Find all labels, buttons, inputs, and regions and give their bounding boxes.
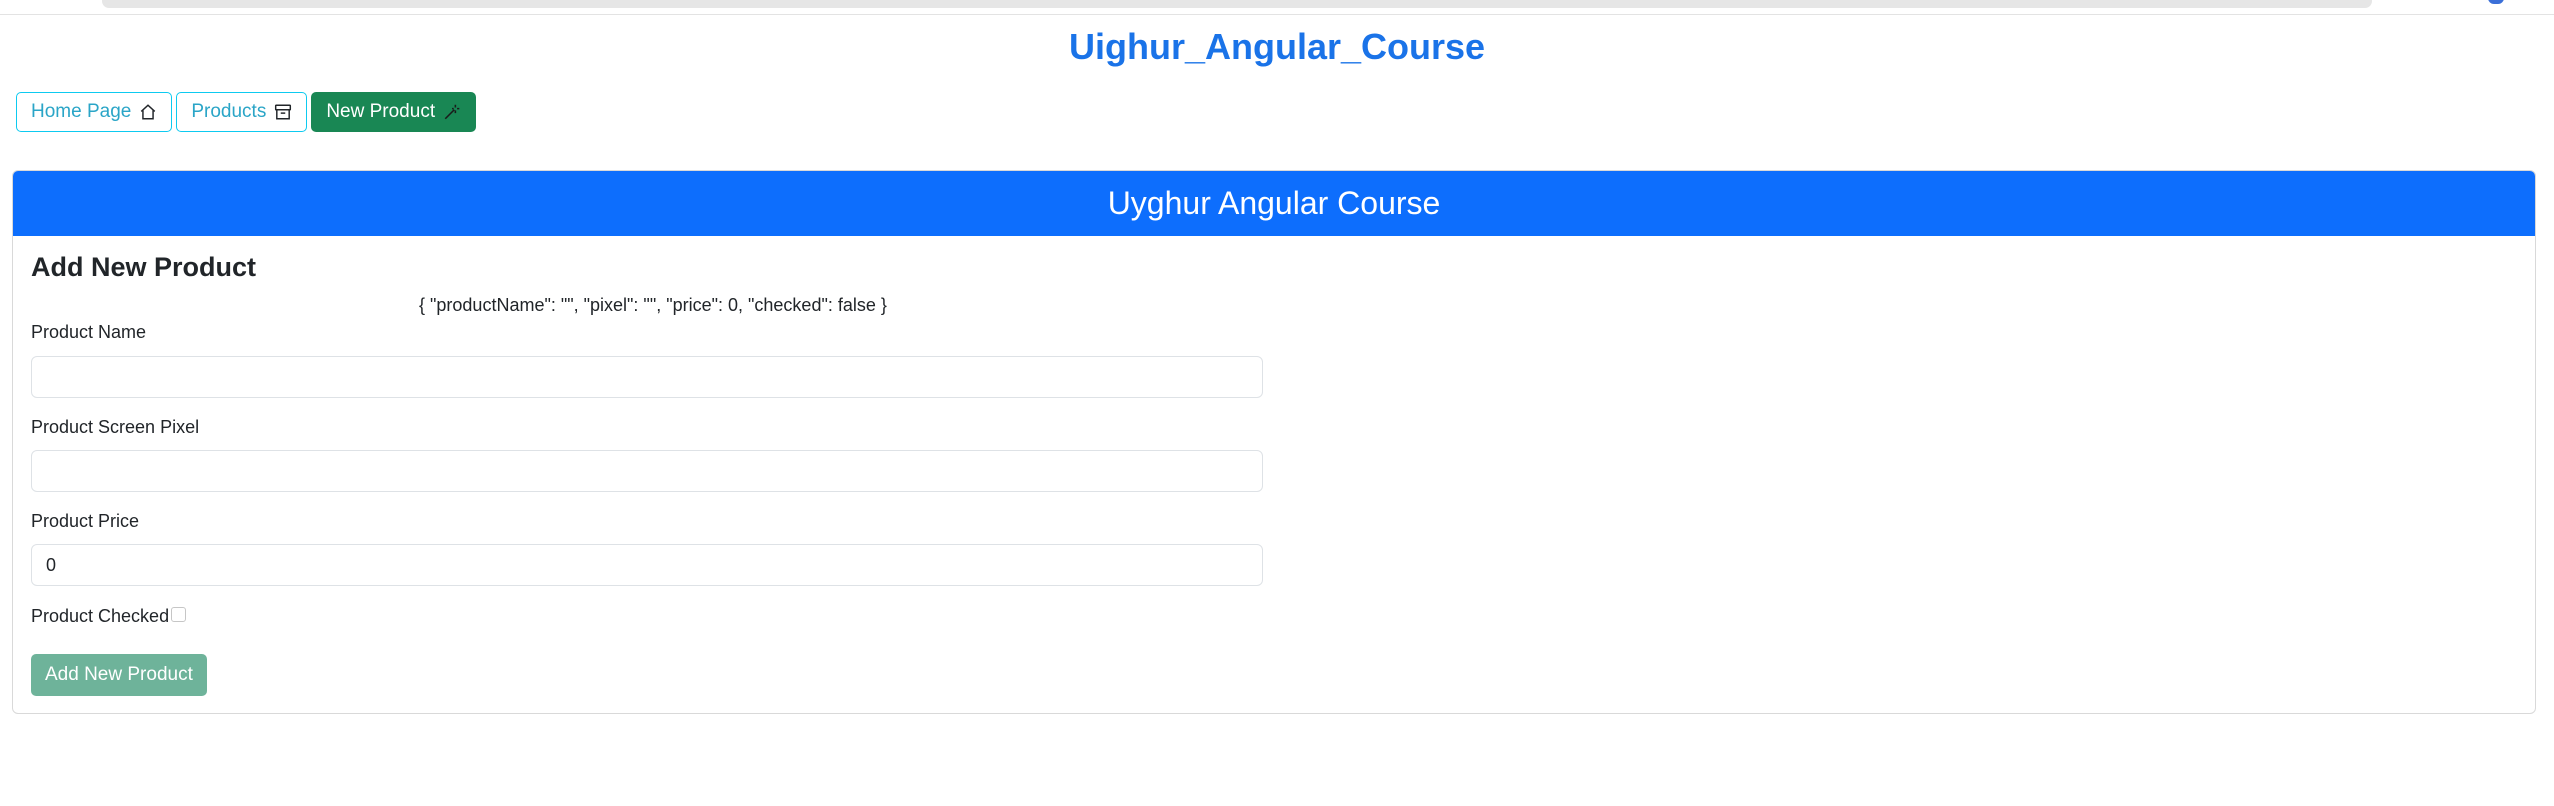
product-pixel-input[interactable] <box>31 450 1263 492</box>
product-name-input[interactable] <box>31 356 1263 398</box>
add-new-product-button[interactable]: Add New Product <box>31 654 207 696</box>
card-header: Uyghur Angular Course <box>13 171 2535 236</box>
nav-home-label: Home Page <box>31 101 132 122</box>
debug-json-output: { "productName": "", "pixel": "", "price… <box>419 295 887 315</box>
product-price-input[interactable] <box>31 544 1263 586</box>
nav-new-product-button[interactable]: New Product <box>311 92 477 132</box>
house-icon <box>139 103 157 121</box>
product-name-label: Product Name <box>31 322 147 342</box>
form-card: Uyghur Angular Course Add New Product { … <box>12 170 2536 714</box>
address-bar[interactable] <box>102 0 2372 8</box>
product-checked-checkbox[interactable] <box>171 606 187 622</box>
product-checked-row: Product Checked <box>31 606 187 627</box>
nav-products-button[interactable]: Products <box>176 92 308 132</box>
app-title: Uighur_Angular_Course <box>1068 26 1486 67</box>
product-pixel-label: Product Screen Pixel <box>31 417 200 437</box>
magic-wand-icon <box>443 103 461 121</box>
product-price-label: Product Price <box>31 511 140 531</box>
nav-new-product-label: New Product <box>326 101 436 122</box>
product-checked-label: Product Checked <box>31 606 170 626</box>
archive-icon <box>274 103 292 121</box>
nav-products-label: Products <box>191 101 267 122</box>
form-title: Add New Product <box>31 252 257 282</box>
browser-topbar <box>0 0 2554 15</box>
nav-home-button[interactable]: Home Page <box>16 92 173 132</box>
top-nav: Home Page Products New Product <box>16 92 477 132</box>
profile-avatar-icon[interactable] <box>2488 0 2504 4</box>
